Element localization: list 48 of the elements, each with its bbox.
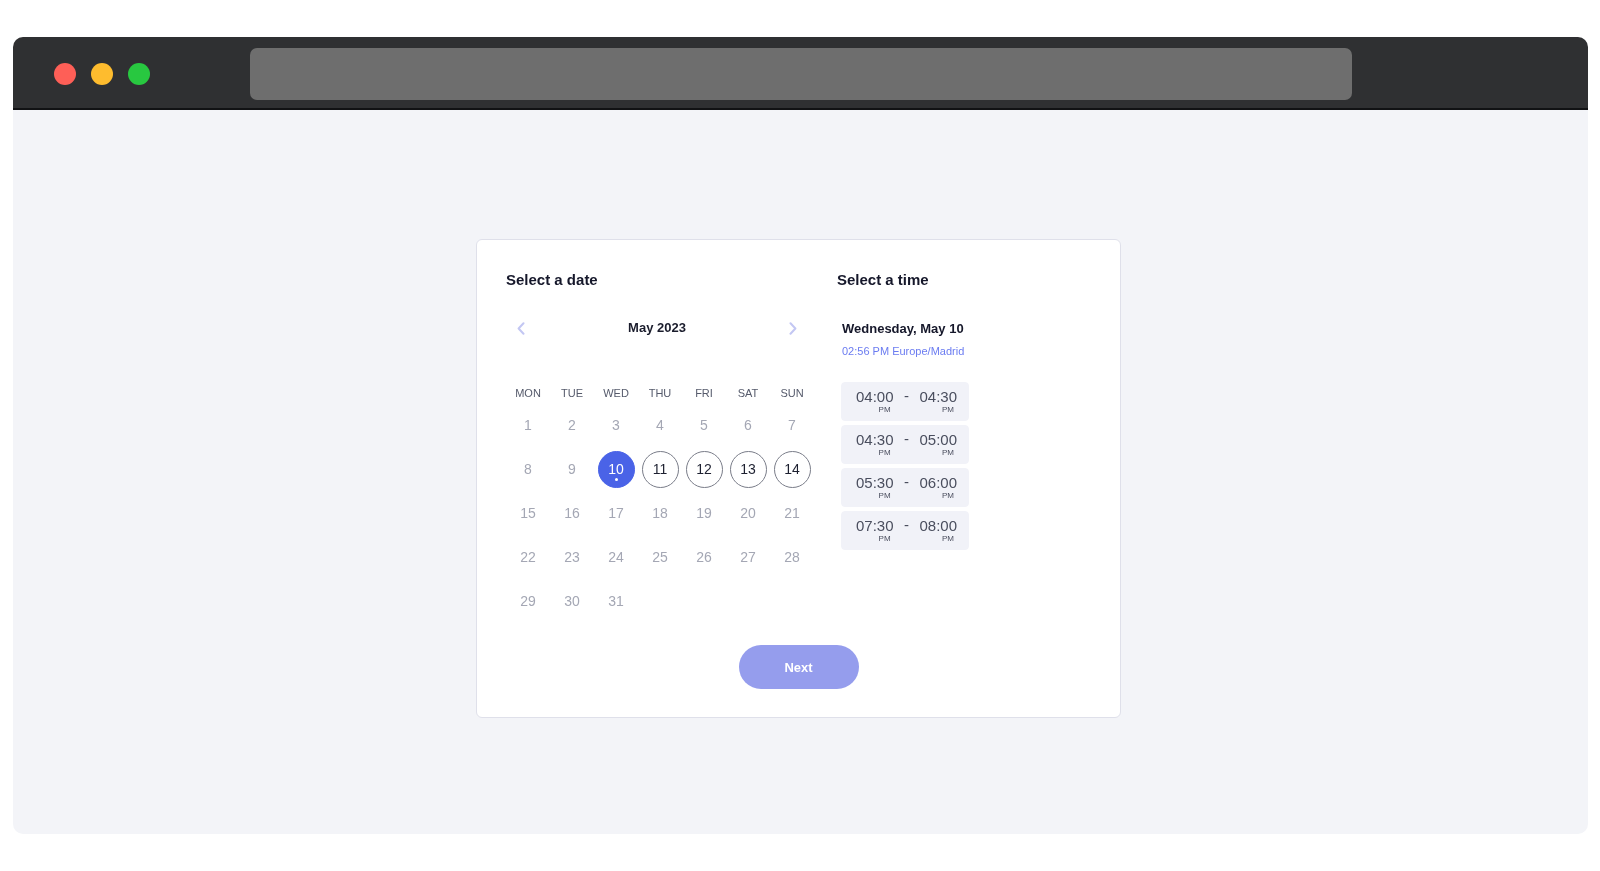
calendar-day[interactable]: 17 xyxy=(597,494,635,532)
calendar-day[interactable]: 26 xyxy=(685,538,723,576)
calendar-day[interactable]: 28 xyxy=(773,538,811,576)
calendar-day[interactable]: 2 xyxy=(553,406,591,444)
calendar-day[interactable]: 24 xyxy=(597,538,635,576)
calendar-day[interactable]: 30 xyxy=(553,582,591,620)
weekday-label: FRI xyxy=(694,386,714,401)
weekday-label: THU xyxy=(647,386,673,401)
calendar-day[interactable]: 6 xyxy=(729,406,767,444)
calendar-day[interactable]: 10 xyxy=(597,450,635,488)
calendar-day[interactable]: 19 xyxy=(685,494,723,532)
selected-date: Wednesday, May 10 xyxy=(841,320,965,338)
calendar-day[interactable]: 1 xyxy=(509,406,547,444)
calendar-day[interactable]: 31 xyxy=(597,582,635,620)
chevron-right-icon xyxy=(789,321,797,335)
timezone-label: 02:56 PM Europe/Madrid xyxy=(841,344,966,359)
weekday-label: SUN xyxy=(779,386,805,401)
maximize-icon[interactable] xyxy=(128,63,150,85)
calendar-day[interactable]: 27 xyxy=(729,538,767,576)
weekday-label: MON xyxy=(514,386,542,401)
calendar-day[interactable]: 3 xyxy=(597,406,635,444)
calendar-day[interactable]: 21 xyxy=(773,494,811,532)
close-icon[interactable] xyxy=(54,63,76,85)
time-slot-button[interactable]: 05:30 PM - 06:00 PM xyxy=(841,468,969,507)
weekday-label: TUE xyxy=(560,386,584,401)
calendar-day[interactable]: 20 xyxy=(729,494,767,532)
calendar-day[interactable]: 5 xyxy=(685,406,723,444)
weekday-label: SAT xyxy=(736,386,760,401)
section-heading: Select a date xyxy=(506,270,599,290)
chevron-left-icon xyxy=(517,321,525,335)
time-slot-button[interactable]: 04:30 PM - 05:00 PM xyxy=(841,425,969,464)
calendar-day[interactable]: 25 xyxy=(641,538,679,576)
calendar-day[interactable]: 4 xyxy=(641,406,679,444)
time-slot-button[interactable]: 04:00 PM - 04:30 PM xyxy=(841,382,969,421)
calendar-day[interactable]: 8 xyxy=(509,450,547,488)
calendar-day[interactable]: 22 xyxy=(509,538,547,576)
calendar-day[interactable]: 7 xyxy=(773,406,811,444)
calendar-day[interactable]: 16 xyxy=(553,494,591,532)
section-heading: Select a time xyxy=(837,270,930,290)
month-label: May 2023 xyxy=(628,319,686,337)
calendar-day[interactable]: 18 xyxy=(641,494,679,532)
calendar-day[interactable]: 29 xyxy=(509,582,547,620)
time-slot-button[interactable]: 07:30 PM - 08:00 PM xyxy=(841,511,969,550)
minimize-icon[interactable] xyxy=(91,63,113,85)
weekday-label: WED xyxy=(602,386,630,401)
calendar-day[interactable]: 9 xyxy=(553,450,591,488)
calendar-day[interactable]: 15 xyxy=(509,494,547,532)
calendar-day[interactable]: 23 xyxy=(553,538,591,576)
